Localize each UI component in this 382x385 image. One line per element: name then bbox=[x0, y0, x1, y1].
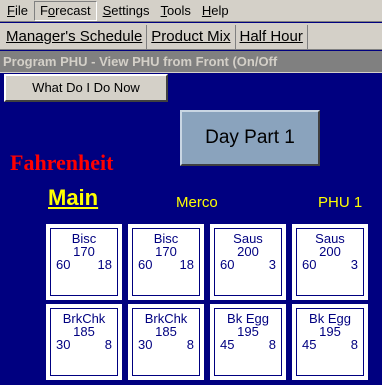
menu-tools[interactable]: Tools bbox=[156, 2, 196, 20]
phu-slot-2[interactable]: Bisc 170 60 18 bbox=[128, 224, 204, 300]
menu-help[interactable]: Help bbox=[197, 2, 234, 20]
phu-slot-6[interactable]: BrkChk 185 30 8 bbox=[128, 304, 204, 380]
phu-slot-1[interactable]: Bisc 170 60 18 bbox=[46, 224, 122, 300]
phu-slot-5[interactable]: BrkChk 185 30 8 bbox=[46, 304, 122, 380]
menu-settings[interactable]: Settings bbox=[98, 2, 155, 20]
day-part-button[interactable]: Day Part 1 bbox=[180, 110, 320, 166]
menu-forecast[interactable]: Forecast bbox=[33, 0, 97, 21]
slot-qty: 18 bbox=[97, 257, 112, 272]
window-title-bar: Program PHU - View PHU from Front (On/Of… bbox=[0, 51, 382, 73]
slot-qty: 3 bbox=[350, 257, 358, 272]
temperature-unit-label: Fahrenheit bbox=[10, 150, 114, 175]
menu-file[interactable]: File bbox=[2, 2, 33, 20]
merco-column-label: Merco bbox=[176, 194, 218, 211]
slot-time: 45 bbox=[302, 337, 317, 352]
phu-slot-8[interactable]: Bk Egg 195 45 8 bbox=[292, 304, 368, 380]
phu-slot-3[interactable]: Saus 200 60 3 bbox=[210, 224, 286, 300]
slot-time: 30 bbox=[138, 337, 153, 352]
tab-bar: Manager's Schedule Product Mix Half Hour bbox=[0, 23, 382, 50]
slot-qty: 8 bbox=[350, 337, 358, 352]
slot-time: 45 bbox=[220, 337, 235, 352]
main-column-label[interactable]: Main bbox=[48, 185, 98, 211]
slot-qty: 3 bbox=[268, 257, 276, 272]
slot-qty: 8 bbox=[268, 337, 276, 352]
slot-time: 60 bbox=[302, 257, 317, 272]
tab-managers-schedule[interactable]: Manager's Schedule bbox=[2, 25, 148, 49]
tab-product-mix[interactable]: Product Mix bbox=[147, 25, 236, 49]
slot-time: 60 bbox=[220, 257, 235, 272]
window-title: Program PHU - View PHU from Front (On/Of… bbox=[3, 54, 278, 69]
slot-time: 30 bbox=[56, 337, 71, 352]
slot-qty: 18 bbox=[179, 257, 194, 272]
slot-time: 60 bbox=[56, 257, 71, 272]
slot-qty: 8 bbox=[186, 337, 194, 352]
slot-time: 60 bbox=[138, 257, 153, 272]
what-do-i-do-now-button[interactable]: What Do I Do Now bbox=[4, 74, 168, 102]
menu-bar: File Forecast Settings Tools Help bbox=[0, 0, 382, 22]
slot-qty: 8 bbox=[104, 337, 112, 352]
phu-slot-7[interactable]: Bk Egg 195 45 8 bbox=[210, 304, 286, 380]
tab-half-hour[interactable]: Half Hour bbox=[236, 25, 308, 49]
phu-column-label: PHU 1 bbox=[318, 194, 363, 211]
phu-slot-4[interactable]: Saus 200 60 3 bbox=[292, 224, 368, 300]
